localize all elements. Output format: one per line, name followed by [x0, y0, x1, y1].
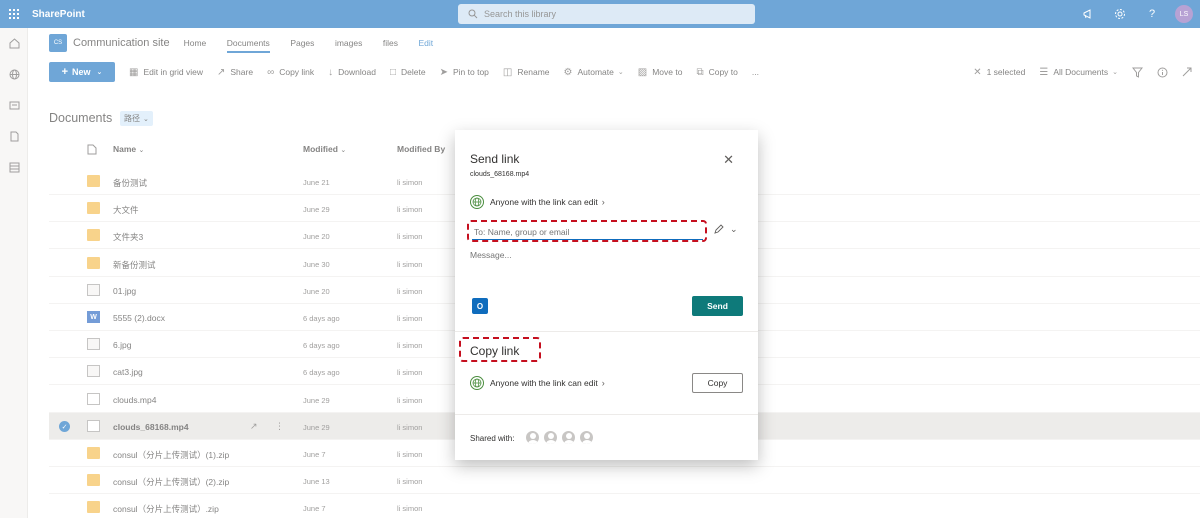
message-input[interactable]: [470, 250, 740, 290]
pencil-icon[interactable]: [714, 224, 724, 237]
outlook-letter: O: [476, 301, 484, 311]
shared-with-label: Shared with:: [470, 434, 515, 443]
outlook-icon[interactable]: O: [472, 298, 488, 314]
chevron-right-icon: ›: [601, 378, 605, 388]
to-field-highlight: [467, 220, 707, 242]
link-settings-button[interactable]: Anyone with the link can edit ›: [470, 195, 605, 209]
copy-link-settings-button[interactable]: Anyone with the link can edit ›: [470, 376, 605, 390]
section-divider: [455, 331, 758, 332]
globe-icon: [470, 195, 484, 209]
close-icon[interactable]: ✕: [723, 152, 734, 168]
copy-button[interactable]: Copy: [692, 373, 743, 393]
link-permission-label: Anyone with the link can edit: [490, 197, 598, 207]
person-avatar-icon: [525, 430, 540, 445]
recipient-input[interactable]: [472, 224, 703, 240]
chevron-right-icon: ›: [601, 197, 605, 207]
copy-link-title: Copy link: [470, 344, 520, 358]
send-button[interactable]: Send: [692, 296, 743, 316]
shared-with-avatars[interactable]: [525, 430, 597, 445]
globe-icon: [470, 376, 484, 390]
person-avatar-icon: [543, 430, 558, 445]
copy-link-permission-label: Anyone with the link can edit: [490, 378, 598, 388]
person-avatar-icon: [561, 430, 576, 445]
dialog-filename: clouds_68168.mp4: [470, 171, 530, 178]
send-link-dialog: Send link clouds_68168.mp4 ✕ Anyone with…: [455, 130, 758, 460]
dialog-title: Send link: [470, 152, 520, 166]
person-avatar-icon: [579, 430, 594, 445]
chevron-down-icon[interactable]: ⌄: [730, 224, 738, 235]
section-divider: [455, 414, 758, 415]
